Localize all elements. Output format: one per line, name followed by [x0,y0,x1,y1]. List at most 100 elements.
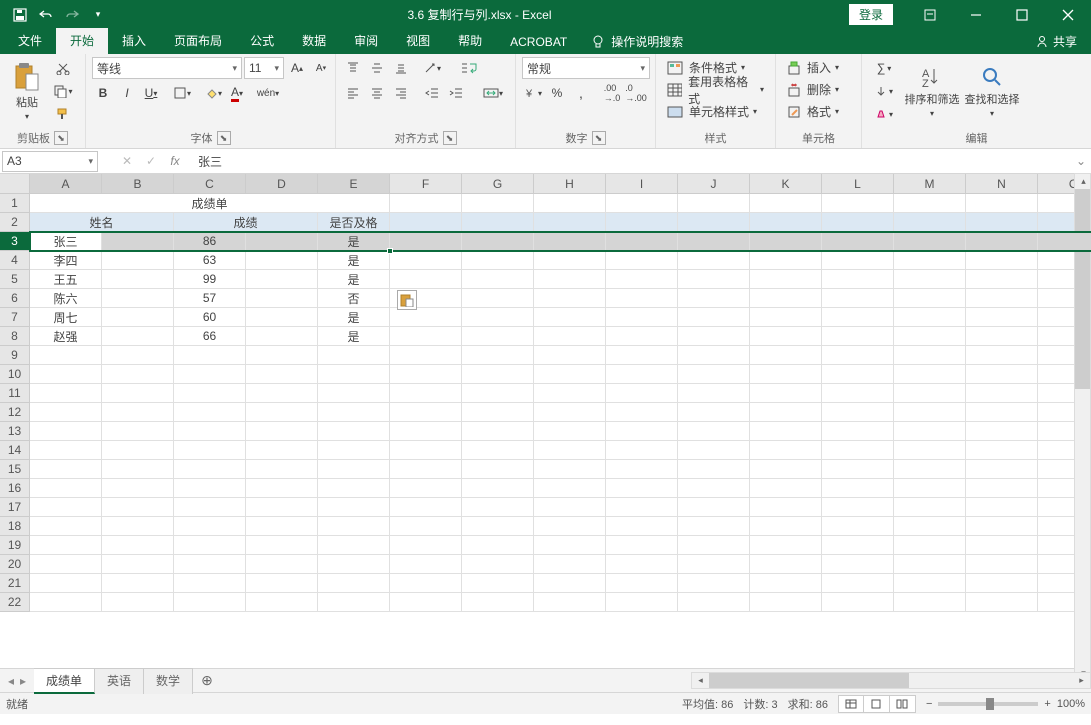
row-header-7[interactable]: 7 [0,308,30,327]
cell-D15[interactable] [246,460,318,479]
cell-L11[interactable] [822,384,894,403]
clipboard-launcher[interactable]: ⬊ [54,131,68,145]
cell-M1[interactable] [894,194,966,213]
col-header-K[interactable]: K [750,174,822,194]
cell-B3[interactable] [102,232,174,251]
paste-options-button[interactable] [397,290,417,310]
sort-filter-button[interactable]: AZ 排序和筛选▾ [904,57,960,125]
cell-I13[interactable] [606,422,678,441]
cell-C8[interactable]: 66 [174,327,246,346]
align-top-button[interactable] [342,57,364,79]
underline-button[interactable]: U▾ [140,82,162,104]
cell-A7[interactable]: 周七 [30,308,102,327]
cell-O3[interactable] [1038,232,1091,251]
cell-I10[interactable] [606,365,678,384]
cell-J7[interactable] [678,308,750,327]
cell-K16[interactable] [750,479,822,498]
row-header-2[interactable]: 2 [0,213,30,232]
scroll-left-button[interactable]: ◂ [692,673,709,688]
cell-D11[interactable] [246,384,318,403]
column-headers[interactable]: ABCDEFGHIJKLMNO [30,174,1091,194]
cell-C9[interactable] [174,346,246,365]
zoom-slider[interactable] [938,702,1038,706]
cell-H4[interactable] [534,251,606,270]
cell-F18[interactable] [390,517,462,536]
cell-M16[interactable] [894,479,966,498]
cell-A11[interactable] [30,384,102,403]
cell-C22[interactable] [174,593,246,612]
cell-E21[interactable] [318,574,390,593]
cell-K22[interactable] [750,593,822,612]
cell-C16[interactable] [174,479,246,498]
cell-D21[interactable] [246,574,318,593]
cell-C4[interactable]: 63 [174,251,246,270]
cell-L10[interactable] [822,365,894,384]
zoom-in-button[interactable]: + [1044,698,1050,710]
cell-E7[interactable]: 是 [318,308,390,327]
cell-J20[interactable] [678,555,750,574]
cell-E3[interactable]: 是 [318,232,390,251]
cell-L9[interactable] [822,346,894,365]
align-left-button[interactable] [342,82,364,104]
row-header-5[interactable]: 5 [0,270,30,289]
cell-A10[interactable] [30,365,102,384]
cell-N6[interactable] [966,289,1038,308]
align-launcher[interactable]: ⬊ [443,131,457,145]
cell-E19[interactable] [318,536,390,555]
border-button[interactable]: ▾ [171,82,193,104]
cell-G7[interactable] [462,308,534,327]
cell-M2[interactable] [894,213,966,232]
cell-B11[interactable] [102,384,174,403]
worksheet[interactable]: ABCDEFGHIJKLMNO 123456789101112131415161… [0,174,1091,668]
cell-I14[interactable] [606,441,678,460]
zoom-out-button[interactable]: − [926,698,932,710]
row-header-12[interactable]: 12 [0,403,30,422]
col-header-C[interactable]: C [174,174,246,194]
cell-E20[interactable] [318,555,390,574]
cell-N18[interactable] [966,517,1038,536]
cell-G17[interactable] [462,498,534,517]
cell-J21[interactable] [678,574,750,593]
align-middle-button[interactable] [366,57,388,79]
cell-N1[interactable] [966,194,1038,213]
font-name-combo[interactable]: 等线▾ [92,57,242,79]
cell-A22[interactable] [30,593,102,612]
cell-H9[interactable] [534,346,606,365]
cell-C20[interactable] [174,555,246,574]
cell-H14[interactable] [534,441,606,460]
formula-bar[interactable]: 张三 [192,153,1071,170]
sheet-tab-0[interactable]: 成绩单 [34,668,95,694]
cell-H16[interactable] [534,479,606,498]
cell-H20[interactable] [534,555,606,574]
col-header-L[interactable]: L [822,174,894,194]
cell-K11[interactable] [750,384,822,403]
cell-G12[interactable] [462,403,534,422]
cell-B6[interactable] [102,289,174,308]
cell-K18[interactable] [750,517,822,536]
col-header-I[interactable]: I [606,174,678,194]
decrease-decimal-button[interactable]: .0→.00 [625,82,647,104]
cell-N11[interactable] [966,384,1038,403]
cell-A9[interactable] [30,346,102,365]
format-cells-button[interactable]: 格式▾ [782,101,844,122]
cell-E18[interactable] [318,517,390,536]
sheet-nav[interactable]: ◂▸ [0,674,34,688]
tab-layout[interactable]: 页面布局 [160,28,236,54]
cell-D3[interactable] [246,232,318,251]
cell-J9[interactable] [678,346,750,365]
cell-H1[interactable] [534,194,606,213]
cell-L18[interactable] [822,517,894,536]
cell-I3[interactable] [606,232,678,251]
col-header-F[interactable]: F [390,174,462,194]
cell-G4[interactable] [462,251,534,270]
cell-I17[interactable] [606,498,678,517]
cell-N16[interactable] [966,479,1038,498]
cell-I9[interactable] [606,346,678,365]
row-header-4[interactable]: 4 [0,251,30,270]
delete-cells-button[interactable]: 删除▾ [782,79,844,100]
cell-I1[interactable] [606,194,678,213]
col-header-D[interactable]: D [246,174,318,194]
cell-F14[interactable] [390,441,462,460]
cell-H17[interactable] [534,498,606,517]
cells-grid[interactable]: 成绩单姓名成绩是否及格张三86是李四63是王五99是陈六57否周七60是赵强66… [30,194,1091,612]
